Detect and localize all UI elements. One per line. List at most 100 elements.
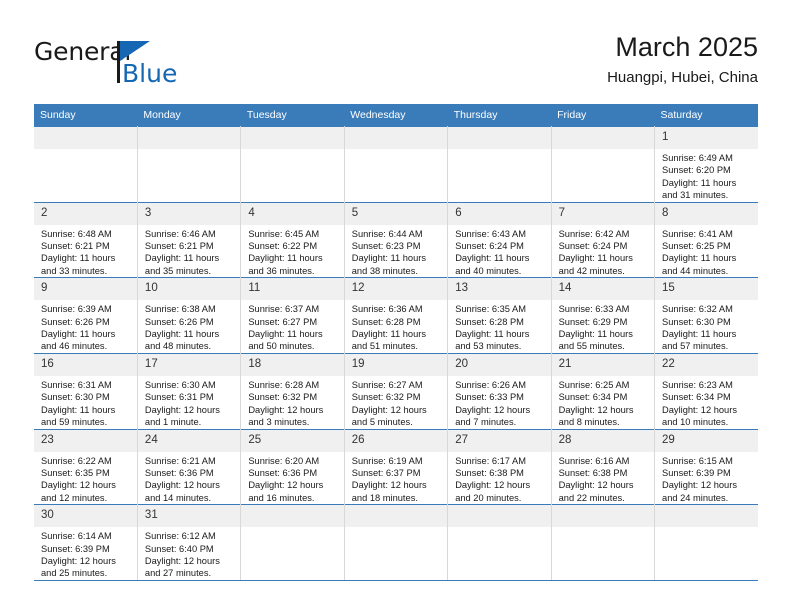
day-number: [551, 505, 655, 528]
calendar-day-cell[interactable]: 19 Sunrise: 6:27 AM Sunset: 6:32 PM Dayligh…: [344, 352, 449, 429]
day-sun-info: Sunrise: 6:30 AM Sunset: 6:31 PM Daylight:…: [138, 376, 240, 429]
sunset-text: Sunset: 6:39 PM: [662, 467, 731, 478]
day-sun-info: Sunrise: 6:12 AM Sunset: 6:40 PM Daylight:…: [138, 527, 240, 580]
calendar-day-cell[interactable]: 16 Sunrise: 6:31 AM Sunset: 6:30 PM Dayligh…: [34, 352, 138, 429]
day-number: [448, 505, 551, 528]
calendar-day-cell[interactable]: 7 Sunrise: 6:42 AM Sunset: 6:24 PM Daylight…: [551, 201, 656, 278]
sunset-text: Sunset: 6:27 PM: [248, 316, 318, 327]
calendar-day-cell[interactable]: 21 Sunrise: 6:25 AM Sunset: 6:34 PM Dayligh…: [551, 352, 656, 429]
calendar-day-cell[interactable]: 22 Sunrise: 6:23 AM Sunset: 6:34 PM Dayligh…: [654, 352, 758, 429]
sunset-text: Sunset: 6:29 PM: [558, 316, 628, 327]
daylight-text: Daylight: 11 hours and 40 minutes.: [455, 253, 530, 276]
sunrise-text: Sunrise: 6:28 AM: [248, 379, 320, 390]
calendar-day-cell[interactable]: 9 Sunrise: 6:39 AM Sunset: 6:26 PM Daylight…: [34, 277, 138, 354]
day-number: [241, 127, 344, 149]
day-sun-info: Sunrise: 6:28 AM Sunset: 6:32 PM Daylight:…: [241, 376, 343, 429]
sunrise-text: Sunrise: 6:49 AM: [662, 153, 733, 163]
day-number: 10: [137, 278, 241, 301]
daylight-text: Daylight: 11 hours and 53 minutes.: [455, 329, 530, 352]
calendar-day-cell[interactable]: 17 Sunrise: 6:30 AM Sunset: 6:31 PM Dayligh…: [137, 352, 242, 429]
daylight-text: Daylight: 12 hours and 7 minutes.: [455, 404, 531, 428]
calendar-day-cell[interactable]: 14 Sunrise: 6:33 AM Sunset: 6:29 PM Dayligh…: [551, 277, 656, 354]
day-number: 18: [241, 353, 344, 376]
daylight-text: Daylight: 12 hours and 16 minutes.: [248, 480, 324, 503]
sunset-text: Sunset: 6:31 PM: [144, 392, 214, 403]
day-sun-info: Sunrise: 6:23 AM Sunset: 6:34 PM Daylight:…: [655, 376, 758, 429]
calendar-day-cell[interactable]: 23 Sunrise: 6:22 AM Sunset: 6:35 PM Dayligh…: [34, 428, 138, 505]
daylight-text: Daylight: 11 hours and 48 minutes.: [144, 329, 220, 352]
calendar-day-cell[interactable]: 3 Sunrise: 6:46 AM Sunset: 6:21 PM Daylight…: [137, 201, 242, 278]
daylight-text: Daylight: 11 hours and 35 minutes.: [144, 253, 220, 276]
sunset-text: Sunset: 6:26 PM: [144, 316, 214, 327]
day-number: 27: [448, 429, 551, 452]
day-sun-info: Sunrise: 6:48 AM Sunset: 6:21 PM Daylight:…: [34, 225, 137, 278]
weekday-header-sunday: Sunday: [34, 104, 138, 127]
day-number: 29: [655, 429, 758, 452]
daylight-text: Daylight: 12 hours and 18 minutes.: [351, 480, 427, 503]
day-number: 28: [551, 429, 655, 452]
calendar-day-cell[interactable]: 6 Sunrise: 6:43 AM Sunset: 6:24 PM Daylight…: [447, 201, 552, 278]
day-sun-info: Sunrise: 6:37 AM Sunset: 6:27 PM Daylight:…: [241, 300, 343, 353]
day-number: 26: [344, 429, 448, 452]
day-number: 15: [655, 278, 758, 301]
sunrise-text: Sunrise: 6:15 AM: [662, 455, 733, 466]
day-number: 23: [34, 429, 137, 452]
calendar-day-cell[interactable]: 10 Sunrise: 6:38 AM Sunset: 6:26 PM Dayligh…: [137, 277, 242, 354]
calendar-day-cell[interactable]: 20 Sunrise: 6:26 AM Sunset: 6:33 PM Dayligh…: [447, 352, 552, 429]
sunset-text: Sunset: 6:32 PM: [351, 392, 421, 403]
daylight-text: Daylight: 12 hours and 8 minutes.: [558, 404, 634, 428]
day-sun-info: Sunrise: 6:42 AM Sunset: 6:24 PM Daylight:…: [552, 225, 654, 278]
calendar-day-cell[interactable]: 29 Sunrise: 6:15 AM Sunset: 6:39 PM Dayligh…: [654, 428, 758, 505]
calendar-body: 1 Sunrise: 6:49 AM Sunset: 6:20 PM Daylight…: [34, 126, 758, 581]
sunset-text: Sunset: 6:24 PM: [558, 241, 628, 252]
calendar-day-cell[interactable]: 31 Sunrise: 6:12 AM Sunset: 6:40 PM Dayligh…: [137, 504, 242, 581]
calendar-day-cell[interactable]: 11 Sunrise: 6:37 AM Sunset: 6:27 PM Dayligh…: [240, 277, 345, 354]
calendar-day-cell[interactable]: 18 Sunrise: 6:28 AM Sunset: 6:32 PM Dayligh…: [240, 352, 345, 429]
sunset-text: Sunset: 6:23 PM: [351, 241, 421, 252]
calendar-day-cell[interactable]: 5 Sunrise: 6:44 AM Sunset: 6:23 PM Daylight…: [344, 201, 449, 278]
daylight-text: Daylight: 11 hours and 59 minutes.: [41, 404, 116, 428]
calendar-day-cell-empty: [551, 504, 656, 581]
day-number: [241, 505, 344, 528]
sunrise-text: Sunrise: 6:46 AM: [144, 228, 216, 239]
day-number: 8: [655, 202, 758, 225]
sunrise-text: Sunrise: 6:21 AM: [144, 455, 216, 466]
calendar-day-cell[interactable]: 1 Sunrise: 6:49 AM Sunset: 6:20 PM Daylight…: [654, 126, 758, 203]
sunrise-text: Sunrise: 6:44 AM: [351, 228, 423, 239]
calendar-week-row: 23 Sunrise: 6:22 AM Sunset: 6:35 PM Dayligh…: [34, 428, 758, 505]
calendar-page: General Blue March 2025 Huangpi, Hubei, …: [0, 0, 792, 612]
sunset-text: Sunset: 6:38 PM: [455, 467, 524, 478]
weekday-header-saturday: Saturday: [654, 104, 758, 127]
calendar-day-cell[interactable]: 8 Sunrise: 6:41 AM Sunset: 6:25 PM Daylight…: [654, 201, 758, 278]
day-sun-info: Sunrise: 6:45 AM Sunset: 6:22 PM Daylight:…: [241, 225, 343, 278]
calendar-day-cell[interactable]: 27 Sunrise: 6:17 AM Sunset: 6:38 PM Dayligh…: [447, 428, 552, 505]
day-sun-info: Sunrise: 6:38 AM Sunset: 6:26 PM Daylight:…: [138, 300, 240, 353]
sunrise-text: Sunrise: 6:26 AM: [455, 379, 526, 390]
calendar-day-cell[interactable]: 12 Sunrise: 6:36 AM Sunset: 6:28 PM Dayligh…: [344, 277, 449, 354]
calendar-day-cell[interactable]: 25 Sunrise: 6:20 AM Sunset: 6:36 PM Dayligh…: [240, 428, 345, 505]
day-sun-info: Sunrise: 6:16 AM Sunset: 6:38 PM Daylight:…: [552, 452, 654, 505]
logo-text-blue: Blue: [122, 59, 178, 88]
calendar-day-cell[interactable]: 28 Sunrise: 6:16 AM Sunset: 6:38 PM Dayligh…: [551, 428, 656, 505]
sunset-text: Sunset: 6:38 PM: [558, 467, 628, 478]
day-number: 7: [551, 202, 655, 225]
day-number: 3: [137, 202, 241, 225]
calendar-day-cell[interactable]: 2 Sunrise: 6:48 AM Sunset: 6:21 PM Daylight…: [34, 201, 138, 278]
sunrise-text: Sunrise: 6:27 AM: [351, 379, 423, 390]
day-number: [34, 127, 137, 149]
calendar-day-cell[interactable]: 26 Sunrise: 6:19 AM Sunset: 6:37 PM Dayligh…: [344, 428, 449, 505]
calendar-day-cell[interactable]: 30 Sunrise: 6:14 AM Sunset: 6:39 PM Dayligh…: [34, 504, 138, 581]
day-number: 11: [241, 278, 344, 301]
page-title: March 2025: [615, 32, 758, 62]
generalblue-logo[interactable]: General Blue: [34, 38, 234, 96]
weekday-header-tuesday: Tuesday: [240, 104, 345, 127]
day-sun-info: Sunrise: 6:43 AM Sunset: 6:24 PM Daylight:…: [448, 225, 550, 278]
day-sun-info: Sunrise: 6:25 AM Sunset: 6:34 PM Daylight:…: [552, 376, 654, 429]
day-number: 21: [551, 353, 655, 376]
calendar-day-cell[interactable]: 24 Sunrise: 6:21 AM Sunset: 6:36 PM Dayligh…: [137, 428, 242, 505]
calendar-day-cell[interactable]: 13 Sunrise: 6:35 AM Sunset: 6:28 PM Dayligh…: [447, 277, 552, 354]
daylight-text: Daylight: 12 hours and 1 minute.: [144, 404, 220, 428]
calendar-day-cell[interactable]: 15 Sunrise: 6:32 AM Sunset: 6:30 PM Dayligh…: [654, 277, 758, 354]
calendar-day-cell[interactable]: 4 Sunrise: 6:45 AM Sunset: 6:22 PM Daylight…: [240, 201, 345, 278]
sunset-text: Sunset: 6:20 PM: [662, 165, 731, 176]
